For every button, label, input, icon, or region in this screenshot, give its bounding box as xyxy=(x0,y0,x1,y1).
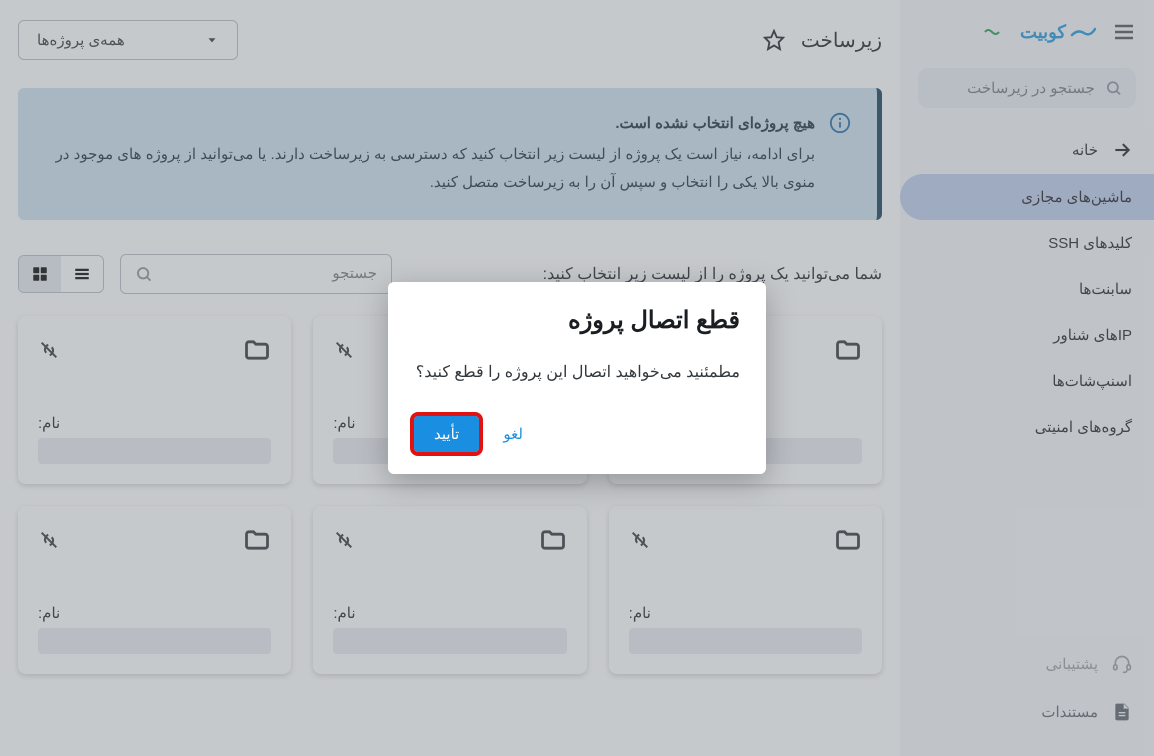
dialog-title: قطع اتصال پروژه xyxy=(414,306,740,335)
dialog-message: مطمئنید می‌خواهید اتصال این پروژه را قطع… xyxy=(414,359,740,388)
dialog-actions: تأیید لغو xyxy=(414,416,740,452)
confirm-button[interactable]: تأیید xyxy=(414,416,479,452)
modal-overlay[interactable]: قطع اتصال پروژه مطمئنید می‌خواهید اتصال … xyxy=(0,0,1154,756)
disconnect-dialog: قطع اتصال پروژه مطمئنید می‌خواهید اتصال … xyxy=(388,282,766,474)
cancel-button[interactable]: لغو xyxy=(495,416,531,452)
